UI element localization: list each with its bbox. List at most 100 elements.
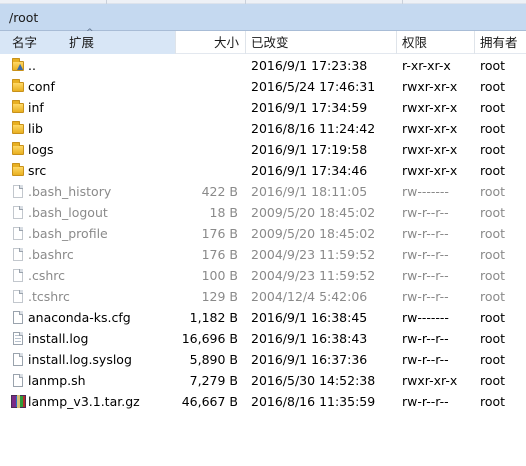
file-row[interactable]: lib 2016/8/16 11:24:42 rwxr-xr-x root <box>0 118 526 139</box>
file-size: 176 B <box>201 247 238 262</box>
file-modified: 2016/9/1 17:34:59 <box>251 100 368 115</box>
file-size: 176 B <box>201 226 238 241</box>
file-name: .tcshrc <box>28 289 70 304</box>
file-icon <box>11 247 25 262</box>
column-header-name-label: 名字 <box>12 35 38 50</box>
file-modified: 2004/9/23 11:59:52 <box>251 268 376 283</box>
file-icon <box>11 373 25 388</box>
sort-ascending-icon: ^ <box>86 28 94 38</box>
file-row[interactable]: conf 2016/5/24 17:46:31 rwxr-xr-x root <box>0 76 526 97</box>
column-header-size[interactable]: 大小 <box>176 31 243 54</box>
file-name: .bash_logout <box>28 205 108 220</box>
file-icon <box>11 205 25 220</box>
column-header-owner[interactable]: 拥有者 <box>480 31 526 54</box>
file-owner: root <box>480 121 506 136</box>
file-permissions: rw-r--r-- <box>402 268 449 283</box>
file-size: 18 B <box>209 205 238 220</box>
column-resize-handle[interactable] <box>245 31 246 54</box>
file-row[interactable]: .cshrc 100 B 2004/9/23 11:59:52 rw-r--r-- ro… <box>0 265 526 286</box>
file-size: 46,667 B <box>181 394 238 409</box>
file-permissions: rw-r--r-- <box>402 352 449 367</box>
file-row[interactable]: ▲.. 2016/9/1 17:23:38 r-xr-xr-x root <box>0 55 526 76</box>
file-name: .bash_profile <box>28 226 108 241</box>
column-header-name[interactable]: 名字 扩展 ^ <box>0 28 175 54</box>
file-owner: root <box>480 184 506 199</box>
file-name: inf <box>28 100 44 115</box>
file-modified: 2016/9/1 17:19:58 <box>251 142 368 157</box>
file-modified: 2016/9/1 17:23:38 <box>251 58 368 73</box>
file-row[interactable]: .bash_logout 18 B 2009/5/20 18:45:02 rw-r--… <box>0 202 526 223</box>
file-row[interactable]: anaconda-ks.cfg 1,182 B 2016/9/1 16:38:45 r… <box>0 307 526 328</box>
folder-up-icon: ▲ <box>11 58 25 73</box>
file-name: src <box>28 163 47 178</box>
column-resize-handle[interactable] <box>175 31 176 54</box>
file-permissions: rw-r--r-- <box>402 331 449 346</box>
file-size: 7,279 B <box>189 373 238 388</box>
file-modified: 2004/12/4 5:42:06 <box>251 289 368 304</box>
archive-icon <box>11 394 26 409</box>
folder-icon <box>11 163 25 178</box>
file-modified: 2016/9/1 16:38:45 <box>251 310 368 325</box>
file-permissions: rw-r--r-- <box>402 205 449 220</box>
file-modified: 2009/5/20 18:45:02 <box>251 205 376 220</box>
file-modified: 2016/9/1 18:11:05 <box>251 184 368 199</box>
file-permissions: rwxr-xr-x <box>402 121 458 136</box>
column-header-modified[interactable]: 已改变 <box>251 31 396 54</box>
file-name: lib <box>28 121 43 136</box>
column-header-permissions[interactable]: 权限 <box>402 31 472 54</box>
file-row[interactable]: lanmp_v3.1.tar.gz 46,667 B 2016/8/16 11:35… <box>0 391 526 412</box>
file-row[interactable]: install.log 16,696 B 2016/9/1 16:38:43 rw-r… <box>0 328 526 349</box>
file-row[interactable]: install.log.syslog 5,890 B 2016/9/1 16:37:… <box>0 349 526 370</box>
file-icon <box>11 310 25 325</box>
file-row[interactable]: logs 2016/9/1 17:19:58 rwxr-xr-x root <box>0 139 526 160</box>
file-name: .bash_history <box>28 184 112 199</box>
file-owner: root <box>480 163 506 178</box>
file-icon <box>11 289 25 304</box>
file-row[interactable]: lanmp.sh 7,279 B 2016/5/30 14:52:38 rwxr-xr… <box>0 370 526 391</box>
file-owner: root <box>480 58 506 73</box>
file-modified: 2016/9/1 16:37:36 <box>251 352 368 367</box>
path-bar[interactable]: /root <box>0 4 526 31</box>
file-permissions: rwxr-xr-x <box>402 373 458 388</box>
file-name: install.log <box>28 331 89 346</box>
file-permissions: rwxr-xr-x <box>402 100 458 115</box>
file-permissions: rwxr-xr-x <box>402 163 458 178</box>
file-row[interactable]: inf 2016/9/1 17:34:59 rwxr-xr-x root <box>0 97 526 118</box>
file-name: logs <box>28 142 54 157</box>
file-modified: 2016/8/16 11:24:42 <box>251 121 376 136</box>
file-modified: 2016/5/24 17:46:31 <box>251 79 376 94</box>
file-owner: root <box>480 79 506 94</box>
file-owner: root <box>480 373 506 388</box>
file-permissions: rw-r--r-- <box>402 226 449 241</box>
file-owner: root <box>480 331 506 346</box>
column-resize-handle[interactable] <box>474 31 475 54</box>
file-row[interactable]: .tcshrc 129 B 2004/12/4 5:42:06 rw-r--r-- ro… <box>0 286 526 307</box>
file-row[interactable]: .bashrc 176 B 2004/9/23 11:59:52 rw-r--r-- r… <box>0 244 526 265</box>
file-owner: root <box>480 205 506 220</box>
file-icon <box>11 184 25 199</box>
file-permissions: rw------- <box>402 184 449 199</box>
file-row[interactable]: src 2016/9/1 17:34:46 rwxr-xr-x root <box>0 160 526 181</box>
column-resize-handle[interactable] <box>396 31 397 54</box>
current-path: /root <box>9 10 39 25</box>
file-permissions: r-xr-xr-x <box>402 58 451 73</box>
file-name: conf <box>28 79 55 94</box>
file-icon <box>11 268 25 283</box>
file-owner: root <box>480 310 506 325</box>
file-size: 1,182 B <box>189 310 238 325</box>
file-permissions: rw-r--r-- <box>402 394 449 409</box>
file-row[interactable]: .bash_profile 176 B 2009/5/20 18:45:02 rw-r… <box>0 223 526 244</box>
file-owner: root <box>480 100 506 115</box>
file-name: lanmp.sh <box>28 373 86 388</box>
file-modified: 2016/9/1 17:34:46 <box>251 163 368 178</box>
folder-icon <box>11 121 25 136</box>
column-header-bar: 名字 扩展 ^ 大小 已改变 权限 拥有者 <box>0 28 526 54</box>
file-name: .cshrc <box>28 268 66 283</box>
file-owner: root <box>480 247 506 262</box>
file-name: anaconda-ks.cfg <box>28 310 131 325</box>
file-name: install.log.syslog <box>28 352 132 367</box>
file-permissions: rw-r--r-- <box>402 289 449 304</box>
file-size: 129 B <box>201 289 238 304</box>
file-size: 100 B <box>201 268 238 283</box>
file-row[interactable]: .bash_history 422 B 2016/9/1 18:11:05 rw---… <box>0 181 526 202</box>
